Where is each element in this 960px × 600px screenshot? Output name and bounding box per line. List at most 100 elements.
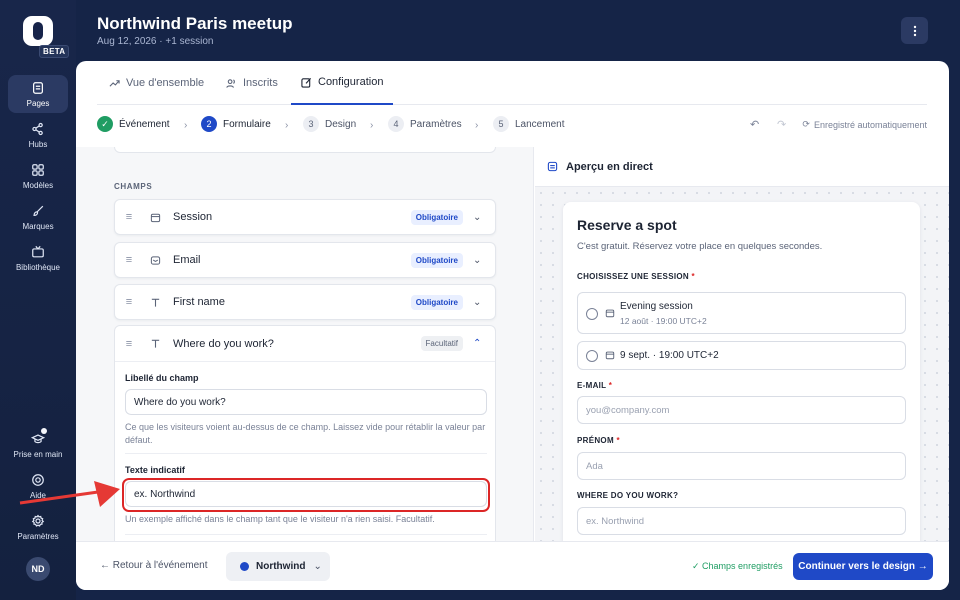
chevron-down-icon[interactable]: ⌄ (473, 212, 495, 223)
brand-name: Northwind (256, 561, 306, 572)
stepper: ✓ Événement › 2 Formulaire › 3 Design › … (97, 116, 927, 138)
chevron-down-icon[interactable]: ⌄ (473, 255, 495, 266)
beta-badge: BETA (39, 45, 70, 58)
fields-saved-status: ✓ Champs enregistrés (692, 561, 783, 571)
rail-item-pages[interactable]: Pages (8, 75, 68, 113)
app-logo[interactable] (23, 16, 53, 46)
required-badge: Obligatoire (410, 252, 463, 268)
drag-handle-icon[interactable]: ≡ (115, 211, 143, 223)
annotation-arrow-icon (19, 481, 120, 507)
kebab-icon (913, 25, 916, 36)
back-to-event-link[interactable]: ← Retour à l'événement (100, 560, 208, 571)
preview-form-card: Reserve a spot C'est gratuit. Réservez v… (563, 202, 920, 562)
mail-icon (143, 255, 167, 266)
firstname-label: PRÉNOM * (577, 436, 620, 445)
rail-item-hubs[interactable]: Hubs (8, 116, 68, 154)
rail-item-label: Pages (26, 98, 50, 108)
brand-select[interactable]: Northwind ⌄ (226, 552, 330, 581)
step-number: 2 (201, 116, 217, 132)
session-datetime: 12 août · 19:00 UTC+2 (620, 316, 707, 326)
rail-item-label: Paramètres (17, 531, 59, 541)
label-input[interactable]: Where do you work? (125, 389, 487, 415)
optional-badge: Facultatif (420, 336, 463, 351)
chevron-right-icon: › (475, 120, 479, 131)
chevron-right-icon: › (370, 120, 374, 131)
step-label: Paramètres (410, 118, 462, 130)
rail-item-library[interactable]: Bibliothèque (8, 239, 68, 277)
step-label: Événement (119, 118, 170, 130)
step-settings[interactable]: 4 Paramètres (388, 116, 462, 132)
step-form[interactable]: 2 Formulaire (201, 116, 271, 132)
highlight-box (122, 478, 490, 512)
redo-icon[interactable]: ↷ (777, 118, 786, 131)
work-field[interactable]: ex. Northwind (577, 507, 906, 535)
firstname-field[interactable]: Ada (577, 452, 906, 480)
rail-item-settings[interactable]: Paramètres (8, 508, 68, 546)
label-field-title: Libellé du champ (125, 373, 199, 383)
field-name: Where do you work? (173, 337, 274, 350)
field-name: First name (173, 296, 225, 308)
step-event[interactable]: ✓ Événement (97, 116, 170, 132)
trend-icon (109, 79, 120, 87)
preview-header: Aperçu en direct (535, 147, 949, 187)
user-avatar[interactable]: ND (26, 557, 50, 581)
step-design[interactable]: 3 Design (303, 116, 356, 132)
edit-icon (301, 77, 312, 88)
step-label: Design (325, 118, 357, 130)
step-number: 4 (388, 116, 404, 132)
radio-button[interactable] (586, 350, 598, 362)
more-menu-button[interactable] (901, 17, 928, 44)
footer-bar: ← Retour à l'événement Northwind ⌄ ✓ Cha… (76, 541, 949, 590)
step-number: 5 (493, 116, 509, 132)
field-row-where-work[interactable]: ≡ Where do you work? Facultatif ⌃ (115, 326, 495, 362)
continue-to-design-button[interactable]: Continuer vers le design → (793, 553, 933, 580)
rail-item-templates[interactable]: Modèles (8, 157, 68, 195)
undo-icon[interactable]: ↶ (750, 118, 759, 131)
calendar-icon (143, 212, 167, 223)
calendar-icon (605, 309, 615, 318)
work-label: WHERE DO YOU WORK? (577, 491, 679, 500)
field-row-session[interactable]: ≡ Session Obligatoire ⌄ (114, 199, 496, 235)
tab-registrants[interactable]: Inscrits (226, 61, 278, 105)
rail-item-label: Hubs (28, 139, 48, 149)
calendar-icon (605, 351, 615, 360)
step-label: Formulaire (223, 118, 271, 130)
session-option-evening[interactable]: Evening session 12 août · 19:00 UTC+2 (577, 292, 906, 334)
step-label: Lancement (515, 118, 565, 130)
rail-item-label: Bibliothèque (15, 262, 61, 272)
radio-button[interactable] (586, 308, 598, 320)
email-label: E-MAIL * (577, 381, 613, 390)
tab-label: Inscrits (243, 77, 278, 89)
pages-icon (33, 81, 43, 94)
previous-card (114, 147, 496, 153)
step-number: 3 (303, 116, 319, 132)
email-field[interactable]: you@company.com (577, 396, 906, 424)
page-subtitle: Aug 12, 2026 · +1 session (97, 36, 214, 47)
chevron-up-icon[interactable]: ⌃ (473, 338, 495, 349)
session-option-september[interactable]: 9 sept. · 19:00 UTC+2 (577, 341, 906, 370)
tv-icon (32, 245, 44, 257)
text-icon (143, 338, 167, 349)
grid-icon (32, 163, 44, 176)
live-preview-panel: Aperçu en direct Reserve a spot C'est gr… (535, 147, 949, 562)
chevron-right-icon: › (184, 120, 188, 131)
autosave-label: Enregistré automatiquement (813, 119, 927, 130)
step-launch[interactable]: 5 Lancement (493, 116, 564, 132)
rail-item-brands[interactable]: Marques (8, 198, 68, 236)
rail-item-getting-started[interactable]: Prise en main (8, 426, 68, 464)
field-name: Session (173, 211, 213, 223)
placeholder-field-title: Texte indicatif (125, 465, 185, 475)
chevron-down-icon[interactable]: ⌄ (473, 297, 495, 308)
drag-handle-icon[interactable]: ≡ (115, 254, 143, 266)
autosave-status: ⟳ Enregistré automatiquement (802, 119, 927, 130)
placeholder-help-text: Un exemple affiché dans le champ tant qu… (125, 514, 435, 524)
field-row-email[interactable]: ≡ Email Obligatoire ⌄ (114, 242, 496, 278)
brush-icon (33, 205, 44, 216)
drag-handle-icon[interactable]: ≡ (115, 338, 143, 350)
share-icon (32, 122, 43, 135)
tab-overview[interactable]: Vue d'ensemble (109, 61, 204, 105)
tab-configuration[interactable]: Configuration (291, 61, 394, 105)
drag-handle-icon[interactable]: ≡ (115, 296, 143, 308)
sync-icon: ⟳ (802, 119, 810, 129)
field-row-first-name[interactable]: ≡ First name Obligatoire ⌄ (114, 284, 496, 320)
